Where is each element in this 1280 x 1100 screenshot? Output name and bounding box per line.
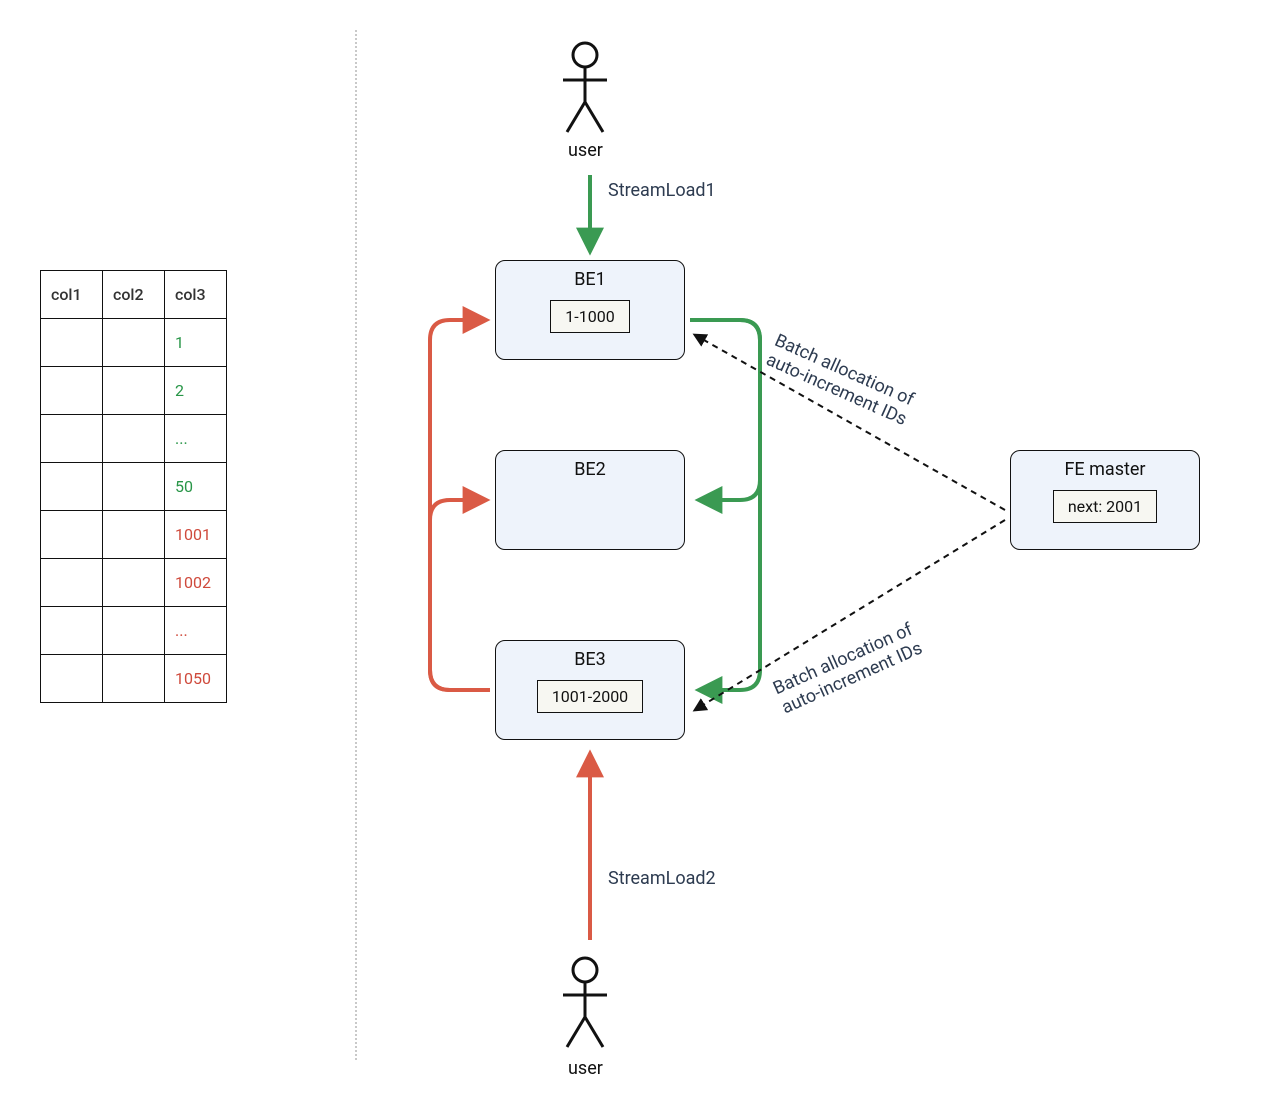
table-cell: ... [165,607,227,655]
table-row: 1002 [41,559,227,607]
table-header-row: col1 col2 col3 [41,271,227,319]
table-cell [41,319,103,367]
alloc-annotation-bottom: Batch allocation of auto-increment IDs [770,618,925,718]
be2-node: BE2 [495,450,685,550]
table-cell: 1050 [165,655,227,703]
be3-title: BE3 [496,649,684,670]
table-cell [103,367,165,415]
table-cell [103,463,165,511]
fe-master-node: FE master next: 2001 [1010,450,1200,550]
user-icon-top [555,40,615,140]
be1-range: 1-1000 [550,300,629,333]
table-cell [103,511,165,559]
be1-title: BE1 [496,269,684,290]
fe-master-title: FE master [1011,459,1199,480]
table-cell [103,607,165,655]
be2-title: BE2 [496,459,684,480]
be3-range: 1001-2000 [537,680,643,713]
streamload-top-label: StreamLoad1 [608,180,716,201]
result-table: col1 col2 col3 12...5010011002...1050 [40,270,227,703]
table-row: 50 [41,463,227,511]
table-cell: 1001 [165,511,227,559]
table-cell [103,319,165,367]
table-cell: 1 [165,319,227,367]
table-cell [41,367,103,415]
fe-master-next: next: 2001 [1053,490,1157,523]
table-header: col2 [103,271,165,319]
table-cell [103,559,165,607]
table-cell: 50 [165,463,227,511]
table-header: col3 [165,271,227,319]
streamload-bottom-label: StreamLoad2 [608,868,716,889]
table-row: 1001 [41,511,227,559]
user-icon-bottom [555,955,615,1055]
table-cell [41,607,103,655]
table-cell [41,559,103,607]
table-row: 2 [41,367,227,415]
arrow-be1-to-be3-right [690,320,760,690]
user-label-top: user [568,140,603,161]
table-row: 1050 [41,655,227,703]
table-cell: 1002 [165,559,227,607]
arrow-be3-to-be2-left [430,500,490,690]
diagram-canvas: col1 col2 col3 12...5010011002...1050 us… [0,0,1280,1100]
table-header: col1 [41,271,103,319]
arrow-be3-to-be1-left [430,320,490,690]
user-label-bottom: user [568,1058,603,1079]
table-cell [103,415,165,463]
table-cell [41,511,103,559]
table-cell [41,463,103,511]
vertical-divider [355,30,357,1060]
table-row: 1 [41,319,227,367]
table-cell: ... [165,415,227,463]
table-cell: 2 [165,367,227,415]
table-cell [41,655,103,703]
be1-node: BE1 1-1000 [495,260,685,360]
arrow-be1-to-be2-right [690,320,760,500]
table-row: ... [41,607,227,655]
table-cell [103,655,165,703]
be3-node: BE3 1001-2000 [495,640,685,740]
table-cell [41,415,103,463]
table-row: ... [41,415,227,463]
alloc-annotation-top: Batch allocation of auto-increment IDs [763,330,918,430]
